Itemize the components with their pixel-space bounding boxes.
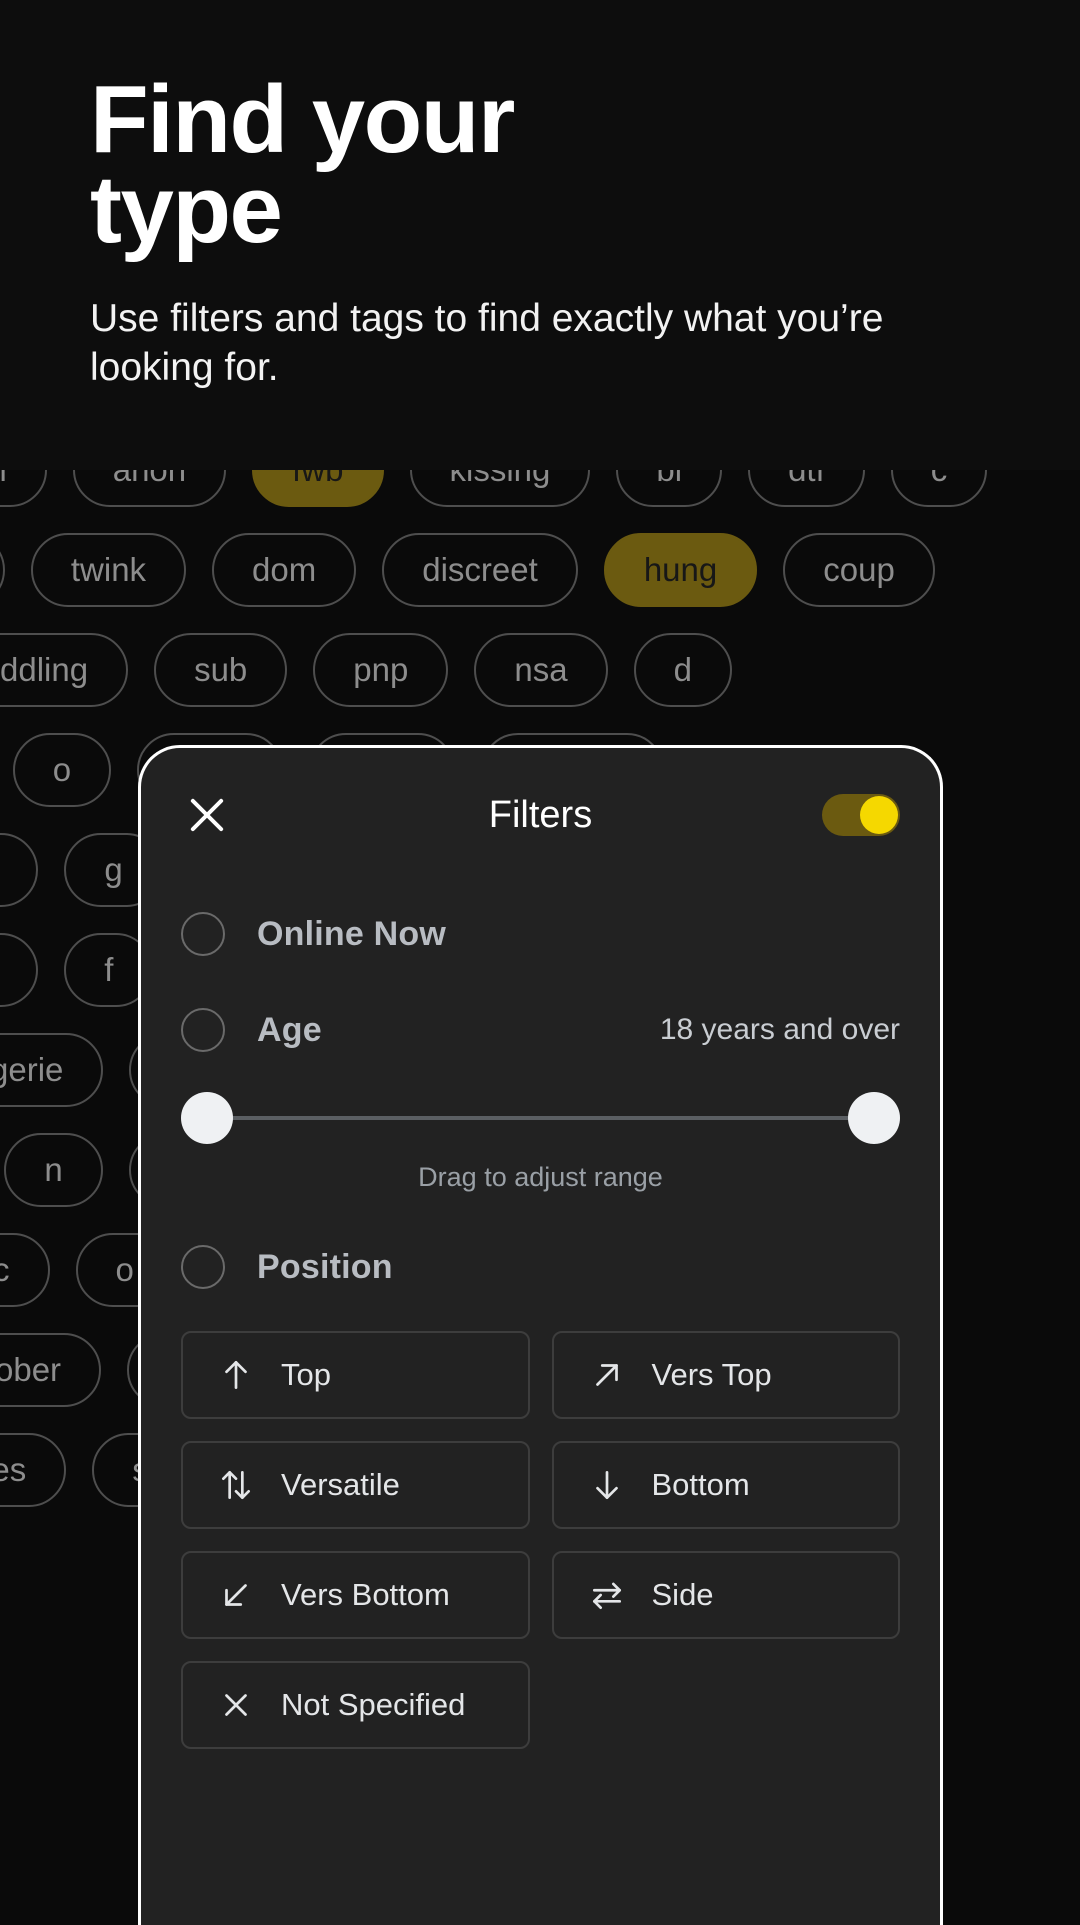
- tag-pill[interactable]: nds: [0, 933, 38, 1007]
- page-title: Find your type: [90, 75, 990, 255]
- tag-pill[interactable]: coup: [783, 533, 935, 607]
- position-option-bottom[interactable]: Bottom: [552, 1441, 901, 1529]
- position-label: Position: [257, 1248, 393, 1287]
- tag-pill[interactable]: d: [634, 633, 732, 707]
- position-option-side[interactable]: Side: [552, 1551, 901, 1639]
- position-option-label: Vers Bottom: [281, 1577, 450, 1613]
- tag-pill[interactable]: ns: [0, 533, 5, 607]
- age-value: 18 years and over: [660, 1013, 900, 1047]
- position-option-vers-top[interactable]: Vers Top: [552, 1331, 901, 1419]
- tag-pill[interactable]: hung: [604, 533, 757, 607]
- tag-pill[interactable]: n: [4, 1133, 102, 1207]
- slider-handle-min[interactable]: [181, 1092, 233, 1144]
- tag-pill[interactable]: pnp: [313, 633, 448, 707]
- page-subtitle: Use filters and tags to find exactly wha…: [90, 295, 980, 393]
- arrow-down-icon: [584, 1462, 630, 1508]
- tag-pill[interactable]: dom: [212, 533, 356, 607]
- position-options-grid: Top Vers Top Versatile Bottom Vers Bottom Sid…: [181, 1331, 900, 1749]
- tag-row: nstwink dom discreet hung coup: [0, 520, 1080, 620]
- tag-pill[interactable]: o: [13, 733, 111, 807]
- tag-pill[interactable]: sub: [154, 633, 287, 707]
- position-option-label: Vers Top: [652, 1357, 772, 1393]
- position-option-label: Not Specified: [281, 1687, 465, 1723]
- tag-pill[interactable]: twink: [31, 533, 186, 607]
- tag-pill[interactable]: tacles: [0, 1433, 66, 1507]
- filter-row-online-now[interactable]: Online Now: [181, 912, 900, 956]
- tag-pill[interactable]: gerie: [0, 1033, 103, 1107]
- tag-pill[interactable]: nsa: [474, 633, 607, 707]
- filters-modal: Filters Online Now Age 18 years and over…: [138, 745, 943, 1925]
- age-range-slider[interactable]: [181, 1092, 900, 1144]
- tag-pill[interactable]: discreet: [382, 533, 578, 607]
- slider-hint: Drag to adjust range: [181, 1162, 900, 1193]
- position-option-label: Bottom: [652, 1467, 750, 1503]
- position-option-top[interactable]: Top: [181, 1331, 530, 1419]
- modal-header: Filters: [181, 748, 900, 860]
- position-option-not-specified[interactable]: Not Specified: [181, 1661, 530, 1749]
- position-option-label: Versatile: [281, 1467, 400, 1503]
- arrows-up-down-icon: [213, 1462, 259, 1508]
- close-x-icon: [213, 1682, 259, 1728]
- arrow-down-left-icon: [213, 1572, 259, 1618]
- tag-pill[interactable]: ober: [0, 1333, 101, 1407]
- hero-section: Find your type Use filters and tags to f…: [0, 0, 1080, 470]
- online-now-label: Online Now: [257, 915, 446, 954]
- tag-pill[interactable]: blic: [0, 1233, 50, 1307]
- age-radio[interactable]: [181, 1008, 225, 1052]
- age-label: Age: [257, 1011, 322, 1050]
- position-option-vers-bottom[interactable]: Vers Bottom: [181, 1551, 530, 1639]
- filters-master-toggle[interactable]: [822, 794, 900, 836]
- close-icon[interactable]: [181, 789, 233, 841]
- tag-pill[interactable]: ddling: [0, 633, 128, 707]
- slider-handle-max[interactable]: [848, 1092, 900, 1144]
- position-option-label: Side: [652, 1577, 714, 1613]
- position-radio[interactable]: [181, 1245, 225, 1289]
- position-option-label: Top: [281, 1357, 331, 1393]
- slider-track: [203, 1116, 878, 1120]
- position-option-versatile[interactable]: Versatile: [181, 1441, 530, 1529]
- arrow-up-icon: [213, 1352, 259, 1398]
- filter-row-age[interactable]: Age 18 years and over: [181, 1008, 900, 1052]
- tag-pill[interactable]: b: [0, 833, 38, 907]
- modal-title: Filters: [141, 794, 940, 837]
- tag-row: ddling subpnpnsad: [0, 620, 1080, 720]
- filter-row-position[interactable]: Position: [181, 1245, 900, 1289]
- arrows-left-right-icon: [584, 1572, 630, 1618]
- toggle-knob: [860, 796, 898, 834]
- arrow-up-right-icon: [584, 1352, 630, 1398]
- online-now-radio[interactable]: [181, 912, 225, 956]
